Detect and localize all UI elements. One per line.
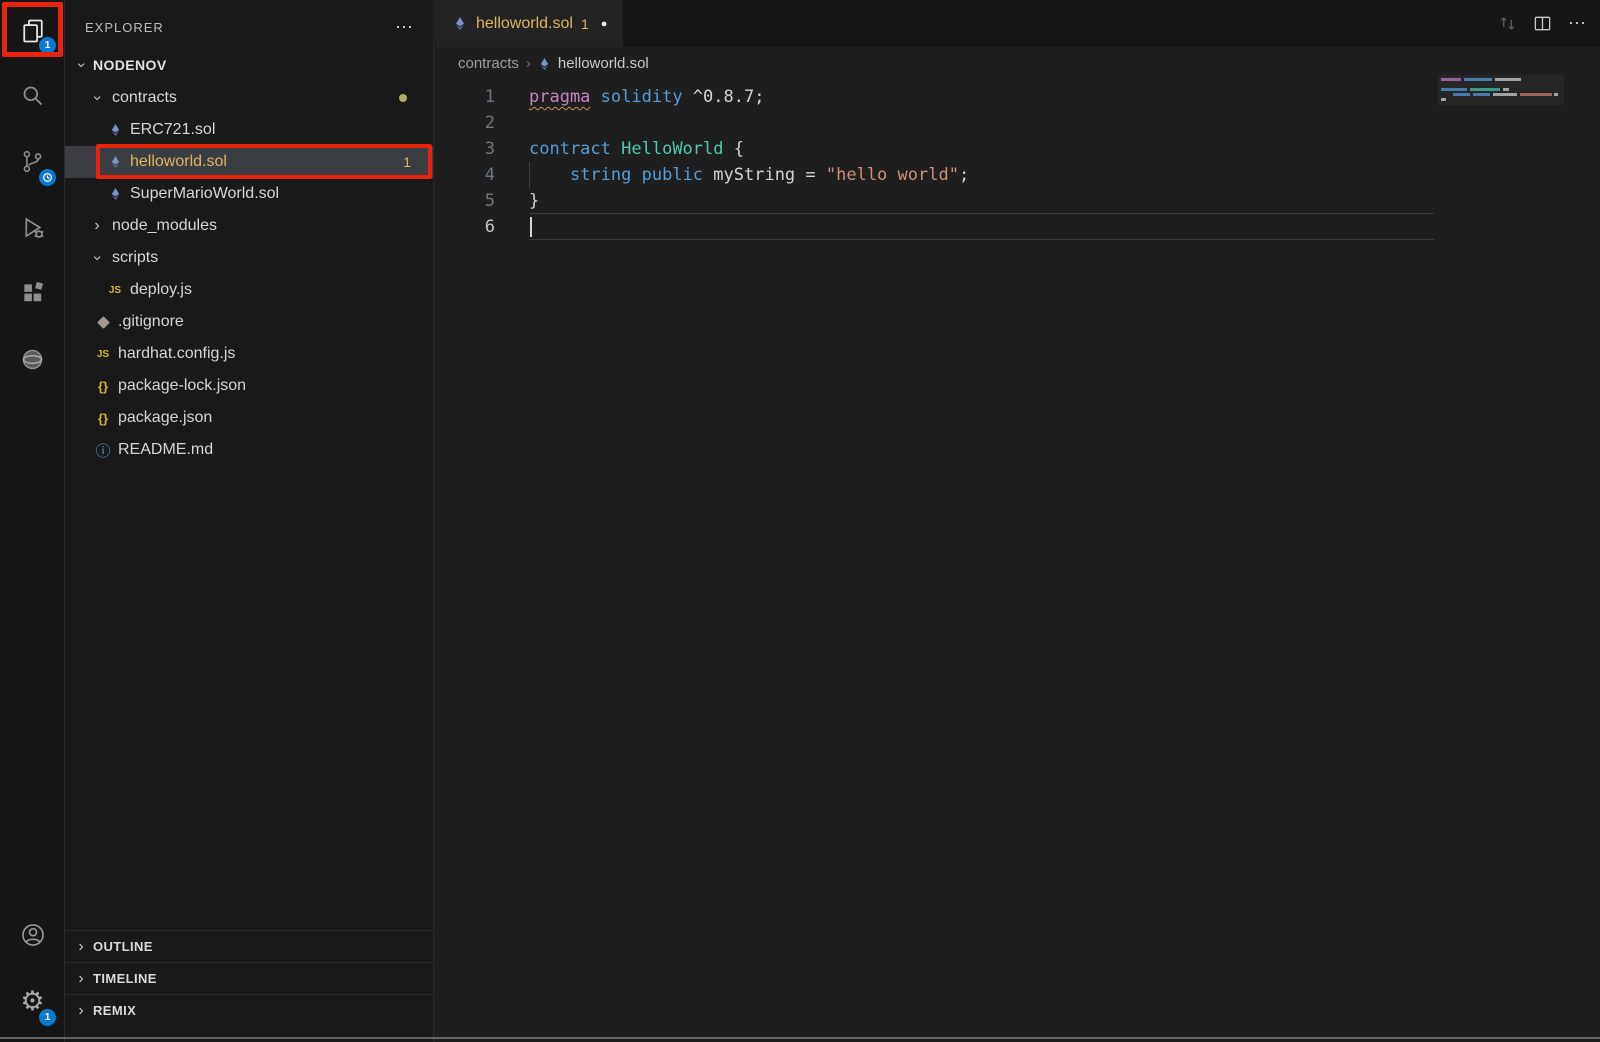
solidity-file-icon	[453, 16, 467, 31]
tree-item-package-json[interactable]: {} package.json	[65, 402, 433, 434]
activity-bar-bottom: ⚙ 1	[0, 902, 65, 1034]
run-debug-icon	[19, 214, 46, 241]
sidebar-bottom-panes: › OUTLINE › TIMELINE › REMIX	[65, 930, 433, 1026]
sync-arrows-icon[interactable]	[1498, 14, 1517, 33]
tab-helloworld-sol[interactable]: helloworld.sol 1 ●	[435, 0, 623, 47]
account-icon	[19, 921, 47, 949]
solidity-file-icon	[107, 155, 123, 169]
remix-activity-button[interactable]	[0, 326, 65, 392]
solidity-file-icon	[538, 57, 551, 71]
javascript-file-icon: JS	[95, 349, 111, 360]
window-bottom-edge	[0, 1037, 1600, 1039]
tree-item-node-modules[interactable]: › node_modules	[65, 210, 433, 242]
json-file-icon: {}	[95, 411, 111, 426]
run-debug-activity-button[interactable]	[0, 194, 65, 260]
split-editor-icon[interactable]	[1533, 14, 1552, 33]
explorer-activity-button[interactable]: 1	[0, 0, 65, 62]
chevron-right-icon: ›	[73, 1003, 89, 1019]
remix-section-header[interactable]: › REMIX	[65, 994, 433, 1026]
line-number: 3	[435, 136, 495, 162]
tab-problems-count: 1	[581, 16, 589, 32]
unsaved-dot-icon[interactable]: ●	[601, 18, 608, 30]
tree-item-deploy-js[interactable]: JS deploy.js	[65, 274, 433, 306]
solidity-file-icon	[107, 123, 123, 137]
tree-item-helloworld-sol[interactable]: helloworld.sol 1	[65, 146, 433, 178]
tree-item-package-lock-json[interactable]: {} package-lock.json	[65, 370, 433, 402]
tree-item-readme-md[interactable]: ⓘ README.md	[65, 434, 433, 466]
sync-clock-badge	[39, 169, 56, 186]
json-file-icon: {}	[95, 379, 111, 394]
tree-item-contracts[interactable]: › contracts	[65, 82, 433, 114]
tree-item-hardhat-config-js[interactable]: JS hardhat.config.js	[65, 338, 433, 370]
more-actions-icon[interactable]: ⋯	[1568, 13, 1588, 34]
outline-section-header[interactable]: › OUTLINE	[65, 930, 433, 962]
sidebar-header: EXPLORER ⋯	[65, 0, 433, 48]
sidebar-title: EXPLORER	[85, 20, 395, 35]
minimap[interactable]	[1438, 75, 1564, 105]
line-number: 5	[435, 188, 495, 214]
extensions-icon	[20, 280, 46, 306]
search-activity-button[interactable]	[0, 62, 65, 128]
workspace-name: NODENOV	[93, 57, 167, 73]
line-number: 1	[435, 84, 495, 110]
folder-modified-dot	[399, 94, 407, 102]
tree-item-scripts[interactable]: › scripts	[65, 242, 433, 274]
activity-bar: 1	[0, 0, 65, 1042]
chevron-down-icon: ›	[89, 90, 105, 106]
breadcrumb-folder[interactable]: contracts	[458, 55, 519, 72]
tab-bar: helloworld.sol 1 ● ⋯	[435, 0, 1600, 47]
search-icon	[19, 82, 46, 109]
explorer-badge: 1	[39, 37, 56, 54]
code-editor[interactable]: 1 pragma solidity ^0.8.7; 2 3 contract H…	[435, 80, 1600, 1042]
git-file-icon	[95, 318, 111, 327]
file-tree: › contracts ERC721.sol helloworld.sol 1	[65, 82, 433, 466]
line-number: 6	[435, 214, 495, 240]
settings-badge: 1	[39, 1009, 56, 1026]
editor-group: helloworld.sol 1 ● ⋯	[435, 0, 1600, 1042]
chevron-right-icon: ›	[73, 939, 89, 955]
line-number: 4	[435, 162, 495, 188]
token: pragma	[529, 87, 590, 107]
source-control-activity-button[interactable]	[0, 128, 65, 194]
globe-icon	[19, 346, 46, 373]
code-line[interactable]: 6	[435, 214, 1600, 240]
timeline-section-header[interactable]: › TIMELINE	[65, 962, 433, 994]
explorer-sidebar: EXPLORER ⋯ › NODENOV › contracts ERC721.…	[65, 0, 434, 1042]
breadcrumb: contracts › helloworld.sol	[435, 47, 1600, 80]
chevron-right-icon: ›	[89, 218, 105, 234]
solidity-file-icon	[107, 187, 123, 201]
tree-item-gitignore[interactable]: .gitignore	[65, 306, 433, 338]
workspace-section-header[interactable]: › NODENOV	[65, 48, 433, 82]
extensions-activity-button[interactable]	[0, 260, 65, 326]
text-cursor	[530, 217, 532, 237]
code-line[interactable]: 4 string public myString = "hello world"…	[435, 162, 1600, 188]
indent-guide	[529, 162, 530, 188]
chevron-down-icon: ›	[73, 57, 89, 73]
code-line[interactable]: 3 contract HelloWorld {	[435, 136, 1600, 162]
breadcrumb-separator-icon: ›	[526, 55, 531, 72]
code-line[interactable]: 5 }	[435, 188, 1600, 214]
more-actions-icon[interactable]: ⋯	[395, 17, 415, 38]
problems-count-badge: 1	[403, 154, 411, 170]
chevron-right-icon: ›	[73, 971, 89, 987]
line-number: 2	[435, 110, 495, 136]
code-line[interactable]: 1 pragma solidity ^0.8.7;	[435, 84, 1600, 110]
tree-item-erc721-sol[interactable]: ERC721.sol	[65, 114, 433, 146]
markdown-info-icon: ⓘ	[95, 440, 111, 461]
breadcrumb-file[interactable]: helloworld.sol	[558, 55, 649, 72]
account-activity-button[interactable]	[0, 902, 65, 968]
chevron-down-icon: ›	[89, 250, 105, 266]
code-line[interactable]: 2	[435, 110, 1600, 136]
vscode-window: 1	[0, 0, 1600, 1042]
javascript-file-icon: JS	[107, 285, 123, 296]
settings-activity-button[interactable]: ⚙ 1	[0, 968, 65, 1034]
editor-actions: ⋯	[1498, 0, 1588, 47]
tree-item-supermarioworld-sol[interactable]: SuperMarioWorld.sol	[65, 178, 433, 210]
